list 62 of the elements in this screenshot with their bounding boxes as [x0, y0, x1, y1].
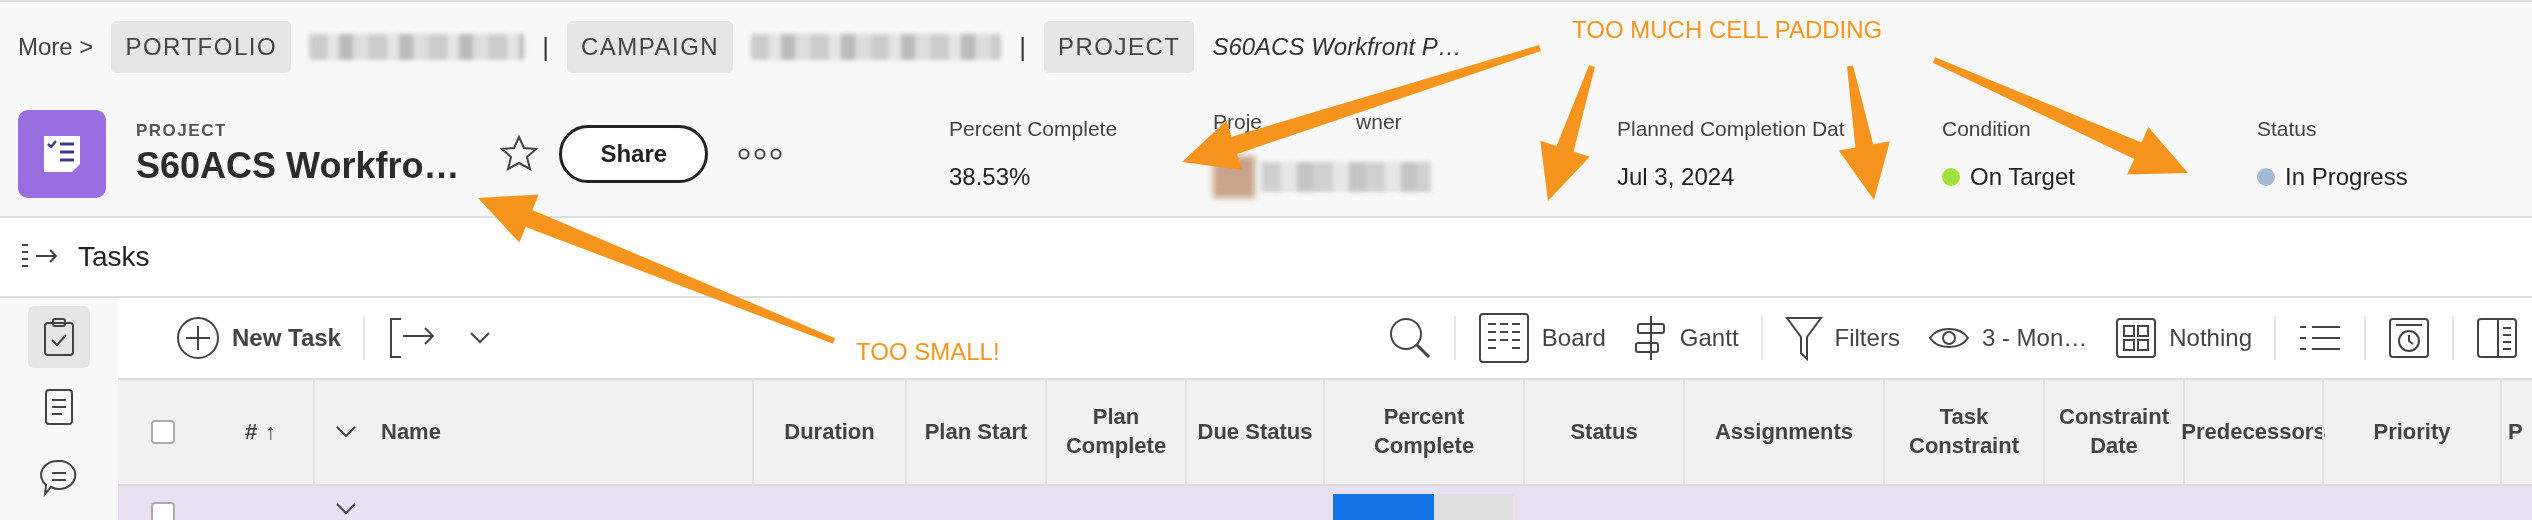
project-icon	[18, 110, 106, 198]
row-checkbox[interactable]	[151, 502, 175, 520]
column-header[interactable]: Priority	[2373, 417, 2451, 447]
column-header[interactable]: Plan Complete	[1047, 403, 1185, 461]
annotation-text: TOO SMALL!	[856, 338, 1000, 366]
breadcrumb-separator: |	[542, 31, 549, 63]
field-label: Condition	[1942, 117, 2031, 141]
column-header[interactable]: Percent Complete	[1349, 403, 1499, 461]
field-label: wner	[1356, 110, 1402, 134]
column-header[interactable]: Predecessors	[2181, 417, 2326, 447]
breadcrumb-separator: |	[1019, 31, 1026, 63]
column-header[interactable]: #	[244, 417, 258, 447]
filter-icon[interactable]	[1784, 315, 1823, 361]
panel-icon[interactable]	[2476, 317, 2518, 359]
sort-arrow[interactable]: ↑	[265, 417, 277, 447]
breadcrumb-chip[interactable]: PORTFOLIO	[111, 21, 292, 73]
filter-button[interactable]: Filters	[1770, 315, 1914, 361]
column-header[interactable]: Name	[381, 417, 441, 447]
column-header[interactable]: Duration	[784, 417, 875, 447]
gantt-button[interactable]: Gantt	[1619, 314, 1753, 362]
object-type-label: PROJECT	[136, 121, 228, 141]
grid-icon[interactable]	[2115, 317, 2158, 359]
field-label: Planned Completion Dat	[1617, 117, 1845, 141]
breadcrumb-chip[interactable]: CAMPAIGN	[566, 21, 734, 73]
share-button[interactable]: Share	[559, 125, 709, 183]
breadcrumb-chip[interactable]: PROJECT	[1043, 21, 1195, 73]
section-title: Tasks	[78, 241, 150, 273]
project-title: S60ACS Workfro…	[136, 145, 460, 187]
column-header[interactable]: Due Status	[1197, 417, 1313, 447]
eye-button[interactable]: 3 - Mon…	[1913, 324, 2102, 352]
grouping-button[interactable]: Nothing	[2101, 317, 2266, 359]
more-link[interactable]: More >	[18, 33, 94, 61]
column-header[interactable]: Status	[1570, 417, 1638, 447]
select-all-checkbox[interactable]	[151, 420, 175, 444]
field-label: Proje	[1213, 110, 1263, 134]
field-value: In Progress	[2285, 163, 2408, 191]
field-value: Jul 3, 2024	[1617, 163, 1735, 191]
chat-icon[interactable]	[39, 457, 79, 497]
column-header[interactable]: P	[2508, 417, 2523, 447]
annotation-text: TOO MUCH CELL PADDING	[1572, 16, 1883, 44]
board-icon[interactable]	[1477, 312, 1530, 364]
list-icon[interactable]	[2298, 324, 2342, 352]
field-label: Percent Complete	[949, 117, 1118, 141]
breadcrumb-link[interactable]: S60ACS Workfront P…	[1212, 33, 1462, 61]
chevron-icon[interactable]	[335, 502, 357, 516]
field-label: Status	[2257, 117, 2317, 141]
field-value: 38.53%	[949, 163, 1031, 191]
column-header[interactable]: Assignments	[1714, 417, 1854, 447]
chevron-icon[interactable]	[335, 425, 357, 439]
plus-icon[interactable]	[176, 316, 220, 360]
field-value: On Target	[1970, 163, 2075, 191]
more-icon[interactable]	[738, 148, 783, 160]
gantt-icon[interactable]	[1633, 314, 1668, 362]
new-task-button[interactable]: New Task	[162, 316, 355, 360]
chevron-icon[interactable]	[468, 331, 491, 345]
board-button[interactable]: Board	[1463, 312, 1620, 364]
column-header[interactable]: Task Constraint	[1889, 403, 2039, 461]
column-header[interactable]: Plan Start	[924, 417, 1028, 447]
rail-button[interactable]	[28, 306, 90, 368]
column-header[interactable]: Constraint Date	[2045, 403, 2183, 461]
clock-icon[interactable]	[2388, 317, 2430, 359]
search-icon[interactable]	[1387, 316, 1432, 360]
